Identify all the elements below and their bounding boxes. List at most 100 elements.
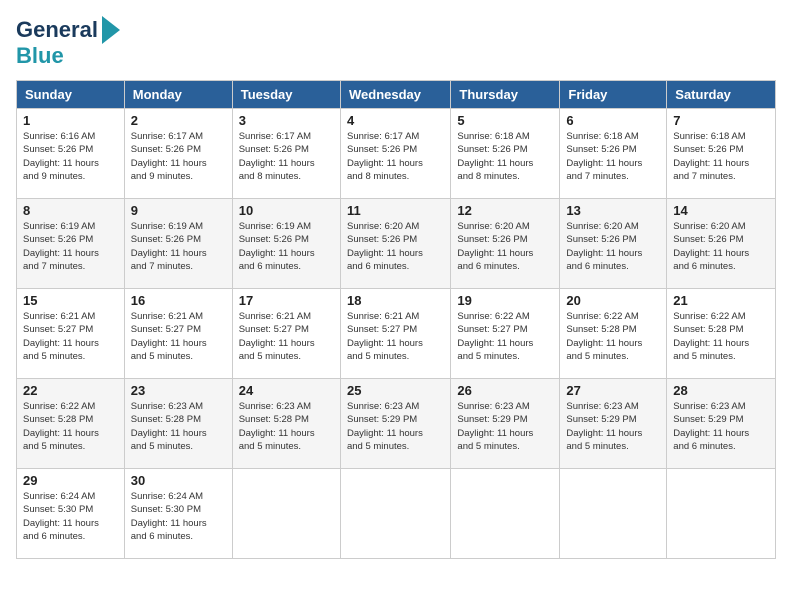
- calendar-day-23: 23 Sunrise: 6:23 AM Sunset: 5:28 PM Dayli…: [124, 379, 232, 469]
- calendar-header-row: SundayMondayTuesdayWednesdayThursdayFrid…: [17, 81, 776, 109]
- calendar-day-empty: [232, 469, 340, 559]
- calendar-day-11: 11Sunrise: 6:20 AM Sunset: 5:26 PM Dayli…: [340, 199, 450, 289]
- day-number: 9: [131, 203, 226, 218]
- day-info: Sunrise: 6:20 AM Sunset: 5:26 PM Dayligh…: [457, 220, 553, 273]
- col-header-saturday: Saturday: [667, 81, 776, 109]
- day-number: 18: [347, 293, 444, 308]
- calendar-day-3: 3 Sunrise: 6:17 AM Sunset: 5:26 PM Daylig…: [232, 109, 340, 199]
- calendar-day-6: 6Sunrise: 6:18 AM Sunset: 5:26 PM Daylig…: [560, 109, 667, 199]
- calendar-day-19: 19 Sunrise: 6:22 AM Sunset: 5:27 PM Dayli…: [451, 289, 560, 379]
- calendar-day-21: 21 Sunrise: 6:22 AM Sunset: 5:28 PM Dayli…: [667, 289, 776, 379]
- day-info: Sunrise: 6:19 AM Sunset: 5:26 PM Dayligh…: [239, 220, 334, 273]
- day-info: Sunrise: 6:23 AM Sunset: 5:29 PM Dayligh…: [347, 400, 444, 453]
- day-info: Sunrise: 6:23 AM Sunset: 5:28 PM Dayligh…: [131, 400, 226, 453]
- day-info: Sunrise: 6:17 AM Sunset: 5:26 PM Dayligh…: [239, 130, 334, 183]
- day-number: 1: [23, 113, 118, 128]
- calendar-week-row: 29 Sunrise: 6:24 AM Sunset: 5:30 PM Dayli…: [17, 469, 776, 559]
- day-number: 4: [347, 113, 444, 128]
- day-info: Sunrise: 6:23 AM Sunset: 5:29 PM Dayligh…: [457, 400, 553, 453]
- calendar-day-28: 28 Sunrise: 6:23 AM Sunset: 5:29 PM Dayli…: [667, 379, 776, 469]
- day-info: Sunrise: 6:22 AM Sunset: 5:28 PM Dayligh…: [23, 400, 118, 453]
- calendar-day-10: 10 Sunrise: 6:19 AM Sunset: 5:26 PM Dayli…: [232, 199, 340, 289]
- logo-text-general: General: [16, 18, 98, 42]
- day-number: 3: [239, 113, 334, 128]
- logo: General Blue: [16, 16, 120, 68]
- day-info: Sunrise: 6:23 AM Sunset: 5:29 PM Dayligh…: [566, 400, 660, 453]
- day-info: Sunrise: 6:18 AM Sunset: 5:26 PM Dayligh…: [457, 130, 553, 183]
- day-number: 12: [457, 203, 553, 218]
- calendar-day-27: 27 Sunrise: 6:23 AM Sunset: 5:29 PM Dayli…: [560, 379, 667, 469]
- day-number: 22: [23, 383, 118, 398]
- day-info: Sunrise: 6:19 AM Sunset: 5:26 PM Dayligh…: [131, 220, 226, 273]
- calendar-day-20: 20Sunrise: 6:22 AM Sunset: 5:28 PM Dayli…: [560, 289, 667, 379]
- day-number: 19: [457, 293, 553, 308]
- calendar-day-22: 22 Sunrise: 6:22 AM Sunset: 5:28 PM Dayli…: [17, 379, 125, 469]
- calendar-day-9: 9 Sunrise: 6:19 AM Sunset: 5:26 PM Daylig…: [124, 199, 232, 289]
- calendar-day-8: 8Sunrise: 6:19 AM Sunset: 5:26 PM Daylig…: [17, 199, 125, 289]
- calendar-day-empty: [560, 469, 667, 559]
- calendar-day-empty: [667, 469, 776, 559]
- calendar-day-13: 13 Sunrise: 6:20 AM Sunset: 5:26 PM Dayli…: [560, 199, 667, 289]
- day-number: 10: [239, 203, 334, 218]
- calendar-day-14: 14 Sunrise: 6:20 AM Sunset: 5:26 PM Dayli…: [667, 199, 776, 289]
- day-number: 14: [673, 203, 769, 218]
- day-number: 27: [566, 383, 660, 398]
- day-number: 28: [673, 383, 769, 398]
- day-info: Sunrise: 6:21 AM Sunset: 5:27 PM Dayligh…: [347, 310, 444, 363]
- day-info: Sunrise: 6:24 AM Sunset: 5:30 PM Dayligh…: [131, 490, 226, 543]
- day-number: 7: [673, 113, 769, 128]
- calendar-day-5: 5Sunrise: 6:18 AM Sunset: 5:26 PM Daylig…: [451, 109, 560, 199]
- day-info: Sunrise: 6:22 AM Sunset: 5:27 PM Dayligh…: [457, 310, 553, 363]
- day-number: 13: [566, 203, 660, 218]
- logo-arrow-icon: [102, 16, 120, 44]
- day-number: 25: [347, 383, 444, 398]
- day-number: 20: [566, 293, 660, 308]
- calendar-day-30: 30 Sunrise: 6:24 AM Sunset: 5:30 PM Dayli…: [124, 469, 232, 559]
- col-header-thursday: Thursday: [451, 81, 560, 109]
- calendar-day-17: 17Sunrise: 6:21 AM Sunset: 5:27 PM Dayli…: [232, 289, 340, 379]
- day-info: Sunrise: 6:23 AM Sunset: 5:28 PM Dayligh…: [239, 400, 334, 453]
- calendar-week-row: 22 Sunrise: 6:22 AM Sunset: 5:28 PM Dayli…: [17, 379, 776, 469]
- day-info: Sunrise: 6:18 AM Sunset: 5:26 PM Dayligh…: [673, 130, 769, 183]
- calendar-week-row: 15Sunrise: 6:21 AM Sunset: 5:27 PM Dayli…: [17, 289, 776, 379]
- calendar-day-26: 26 Sunrise: 6:23 AM Sunset: 5:29 PM Dayli…: [451, 379, 560, 469]
- calendar-day-24: 24 Sunrise: 6:23 AM Sunset: 5:28 PM Dayli…: [232, 379, 340, 469]
- day-number: 21: [673, 293, 769, 308]
- day-number: 26: [457, 383, 553, 398]
- day-info: Sunrise: 6:22 AM Sunset: 5:28 PM Dayligh…: [673, 310, 769, 363]
- day-info: Sunrise: 6:16 AM Sunset: 5:26 PM Dayligh…: [23, 130, 118, 183]
- calendar-day-12: 12 Sunrise: 6:20 AM Sunset: 5:26 PM Dayli…: [451, 199, 560, 289]
- day-number: 8: [23, 203, 118, 218]
- day-number: 17: [239, 293, 334, 308]
- day-number: 29: [23, 473, 118, 488]
- day-number: 11: [347, 203, 444, 218]
- calendar-day-empty: [451, 469, 560, 559]
- day-number: 30: [131, 473, 226, 488]
- day-number: 6: [566, 113, 660, 128]
- day-info: Sunrise: 6:23 AM Sunset: 5:29 PM Dayligh…: [673, 400, 769, 453]
- day-info: Sunrise: 6:21 AM Sunset: 5:27 PM Dayligh…: [131, 310, 226, 363]
- calendar-week-row: 8 Sunrise: 6:19 AM Sunset: 5:26 PM Daylig…: [17, 199, 776, 289]
- col-header-wednesday: Wednesday: [340, 81, 450, 109]
- col-header-tuesday: Tuesday: [232, 81, 340, 109]
- calendar-day-empty: [340, 469, 450, 559]
- calendar-day-29: 29 Sunrise: 6:24 AM Sunset: 5:30 PM Dayli…: [17, 469, 125, 559]
- logo-text-blue: Blue: [16, 44, 64, 68]
- calendar-day-18: 18 Sunrise: 6:21 AM Sunset: 5:27 PM Dayli…: [340, 289, 450, 379]
- day-number: 16: [131, 293, 226, 308]
- col-header-sunday: Sunday: [17, 81, 125, 109]
- calendar-table: SundayMondayTuesdayWednesdayThursdayFrid…: [16, 80, 776, 559]
- day-number: 24: [239, 383, 334, 398]
- page-header: General Blue: [16, 16, 776, 68]
- day-number: 23: [131, 383, 226, 398]
- day-info: Sunrise: 6:20 AM Sunset: 5:26 PM Dayligh…: [566, 220, 660, 273]
- calendar-day-15: 15Sunrise: 6:21 AM Sunset: 5:27 PM Dayli…: [17, 289, 125, 379]
- day-info: Sunrise: 6:20 AM Sunset: 5:26 PM Dayligh…: [673, 220, 769, 273]
- day-info: Sunrise: 6:21 AM Sunset: 5:27 PM Dayligh…: [23, 310, 118, 363]
- calendar-day-7: 7 Sunrise: 6:18 AM Sunset: 5:26 PM Daylig…: [667, 109, 776, 199]
- calendar-day-1: 1 Sunrise: 6:16 AM Sunset: 5:26 PM Daylig…: [17, 109, 125, 199]
- calendar-day-2: 2Sunrise: 6:17 AM Sunset: 5:26 PM Daylig…: [124, 109, 232, 199]
- day-info: Sunrise: 6:24 AM Sunset: 5:30 PM Dayligh…: [23, 490, 118, 543]
- day-info: Sunrise: 6:17 AM Sunset: 5:26 PM Dayligh…: [347, 130, 444, 183]
- calendar-day-16: 16 Sunrise: 6:21 AM Sunset: 5:27 PM Dayli…: [124, 289, 232, 379]
